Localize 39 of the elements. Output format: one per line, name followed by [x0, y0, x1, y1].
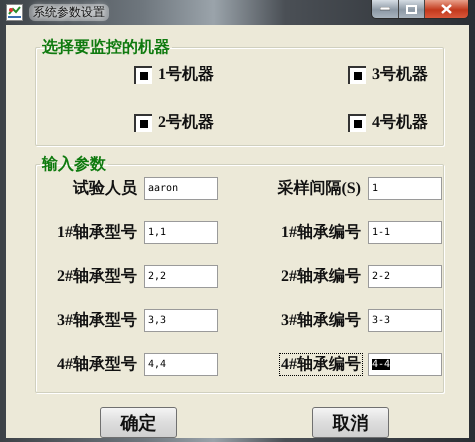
checkbox-label: 4号机器	[372, 112, 428, 133]
field-label: 3#轴承型号	[56, 310, 138, 331]
checkbox[interactable]	[348, 66, 366, 84]
cancel-button[interactable]: 取消	[312, 407, 389, 438]
input-field[interactable]: 4-4	[368, 353, 442, 376]
app-icon	[6, 4, 23, 21]
ok-button[interactable]: 确定	[100, 407, 177, 438]
field-label: 1#轴承编号	[280, 222, 362, 243]
checkbox[interactable]	[134, 66, 152, 84]
checkbox-label: 2号机器	[158, 112, 214, 133]
group-title: 输入参数	[40, 154, 107, 175]
minimize-button[interactable]	[372, 0, 398, 18]
input-field[interactable]: 1-1	[368, 221, 442, 244]
input-field[interactable]: 1	[368, 177, 442, 200]
field-label: 2#轴承编号	[280, 266, 362, 287]
input-field[interactable]: aaron	[144, 177, 218, 200]
maximize-icon	[406, 4, 417, 14]
input-field[interactable]: 1,1	[144, 221, 218, 244]
field-label: 3#轴承编号	[280, 310, 362, 331]
checkbox-label: 3号机器	[372, 64, 428, 85]
minimize-icon	[380, 7, 390, 11]
checkbox-label: 1号机器	[158, 64, 214, 85]
field-label: 试验人员	[72, 178, 138, 199]
input-field[interactable]: 4,4	[144, 353, 218, 376]
field-label: 4#轴承型号	[56, 354, 138, 375]
input-field[interactable]: 2,2	[144, 265, 218, 288]
field-label: 2#轴承型号	[56, 266, 138, 287]
input-field[interactable]: 3-3	[368, 309, 442, 332]
checkbox[interactable]	[348, 114, 366, 132]
field-label: 采样间隔(S)	[276, 178, 362, 199]
input-field[interactable]: 2-2	[368, 265, 442, 288]
close-icon	[441, 4, 452, 14]
close-button[interactable]	[424, 0, 468, 18]
input-field[interactable]: 3,3	[144, 309, 218, 332]
maximize-button[interactable]	[398, 0, 424, 18]
field-label: 1#轴承型号	[56, 222, 138, 243]
field-label: 4#轴承编号	[280, 354, 362, 375]
group-title: 选择要监控的机器	[41, 38, 171, 58]
checkbox[interactable]	[134, 114, 152, 132]
